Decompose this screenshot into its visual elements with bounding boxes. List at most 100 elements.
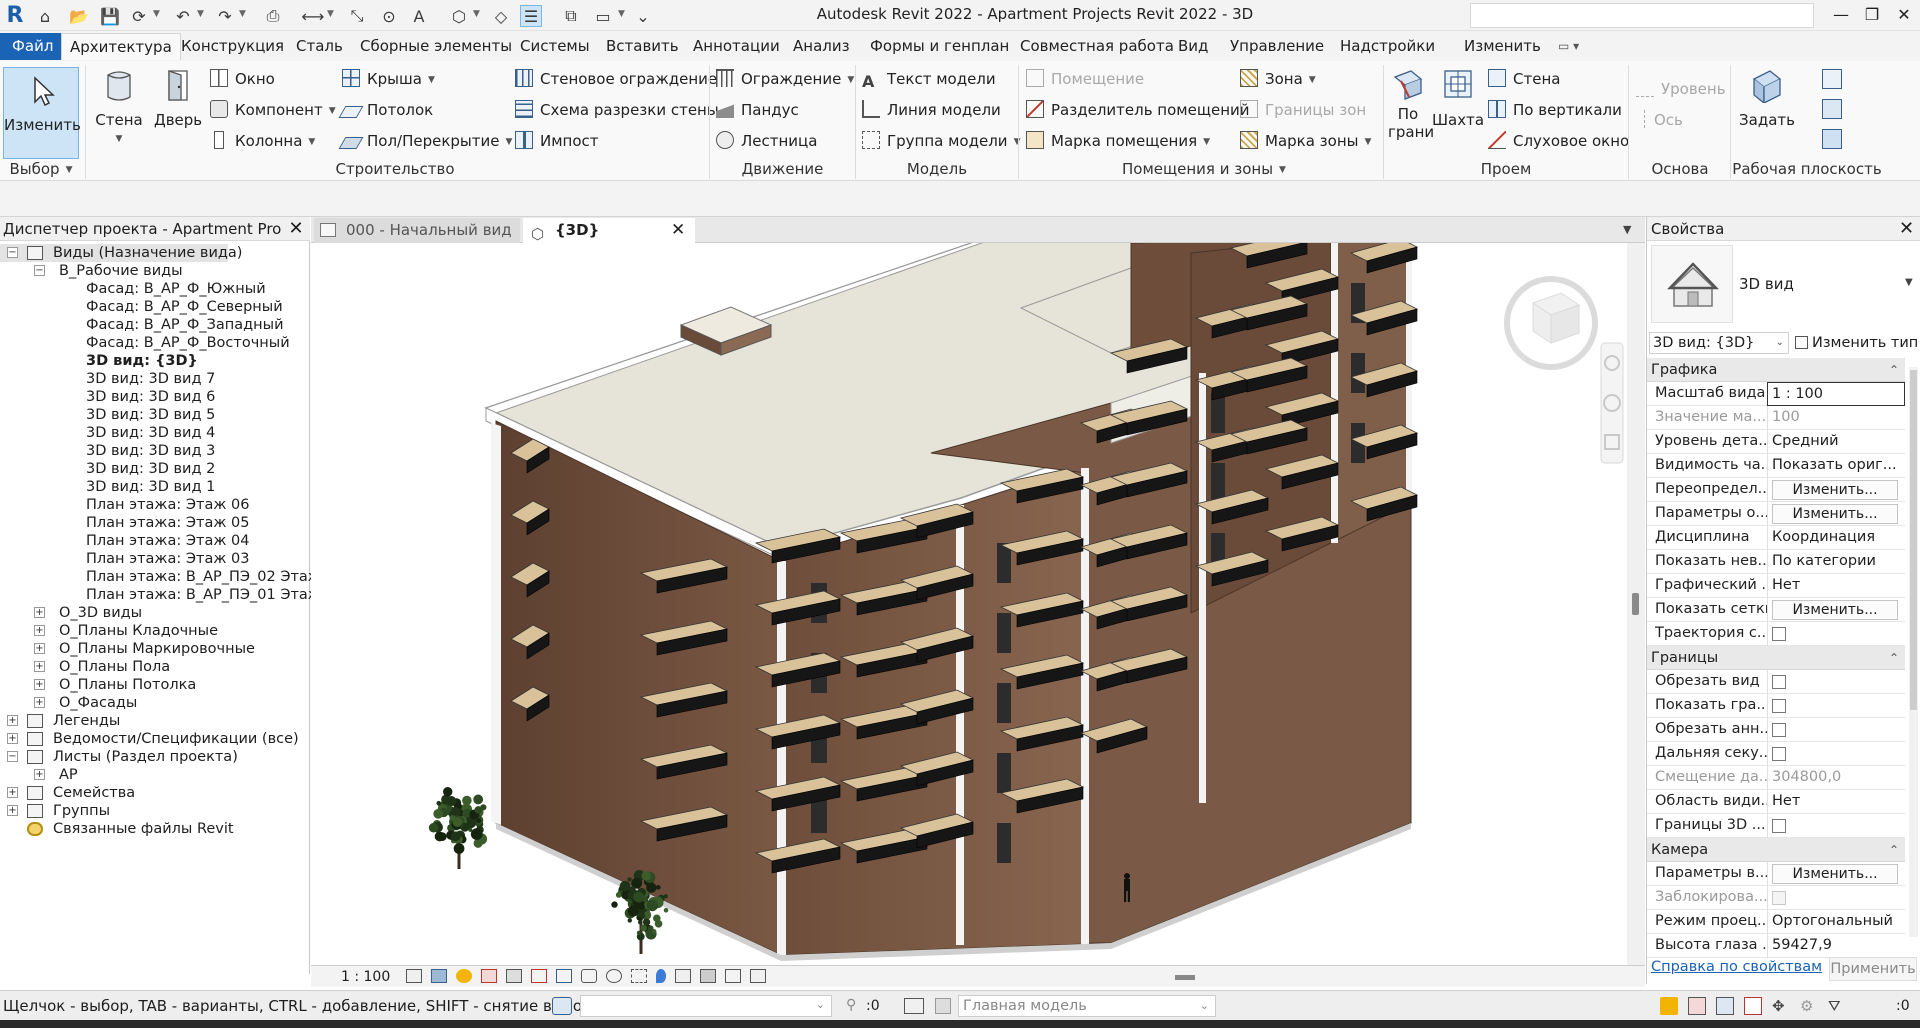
set-workplane-button[interactable]: Задать <box>1738 67 1796 129</box>
active-workset-dropdown[interactable]: ⌄ <box>580 995 832 1017</box>
show-crop-icon[interactable] <box>556 969 572 983</box>
tab-annotate[interactable]: Аннотации <box>685 33 788 60</box>
floor-button[interactable]: Пол/Перекрытие ▼ <box>342 129 512 153</box>
apply-button[interactable]: Применить <box>1829 957 1917 981</box>
checkbox[interactable] <box>1772 627 1786 641</box>
wall-opening-button[interactable]: Стена <box>1488 67 1560 91</box>
room-tag-button[interactable]: Марка помещения ▼ <box>1026 129 1210 153</box>
constraints-icon[interactable] <box>700 969 716 983</box>
viewport-scrollbar[interactable] <box>1627 243 1645 965</box>
room-button[interactable]: Помещение <box>1026 67 1144 91</box>
property-section-header[interactable]: Границы ⌃ <box>1647 646 1905 670</box>
edit-button[interactable]: Изменить... <box>1772 600 1898 620</box>
edit-button[interactable]: Изменить... <box>1772 480 1898 500</box>
text-icon[interactable]: A <box>408 5 430 27</box>
ceiling-button[interactable]: Потолок <box>342 98 433 122</box>
open-icon[interactable]: 📂 <box>68 5 90 27</box>
tab-insert[interactable]: Вставить <box>598 33 687 60</box>
select-by-face-icon[interactable] <box>1744 997 1762 1015</box>
expand-icon[interactable]: + <box>7 715 18 726</box>
design-options-icon[interactable] <box>904 998 924 1014</box>
print-icon[interactable]: ⎙ <box>262 5 284 27</box>
model-text-button[interactable]: A Текст модели <box>862 67 996 91</box>
dimension-icon[interactable]: ⤡ <box>346 5 368 27</box>
expand-icon[interactable]: + <box>34 625 45 636</box>
collapse-icon[interactable]: ⌃ <box>1889 358 1899 382</box>
sync-icon[interactable]: ⟳ <box>128 5 150 27</box>
select-underlay-icon[interactable] <box>1688 997 1706 1015</box>
property-value[interactable] <box>1767 622 1905 646</box>
worksets-icon[interactable] <box>552 997 572 1015</box>
type-name[interactable]: 3D вид <box>1739 275 1794 293</box>
select-group-label[interactable]: Выбор ▼ <box>4 158 78 180</box>
customize-toolbar-icon[interactable]: ⌄ <box>632 5 654 27</box>
tag-icon[interactable]: ⊙ <box>378 5 400 27</box>
model-line-button[interactable]: Линия модели <box>862 98 1001 122</box>
thin-lines-icon[interactable]: ☰ <box>520 5 542 27</box>
checkbox[interactable] <box>1772 723 1786 737</box>
edit-button[interactable]: Изменить... <box>1772 864 1898 884</box>
viewer-icon[interactable] <box>1822 129 1842 149</box>
tab-manage[interactable]: Управление <box>1222 33 1332 60</box>
select-links-icon[interactable] <box>1660 997 1678 1015</box>
close-hidden-icon[interactable]: ⧉ <box>560 5 582 27</box>
3d-viewport[interactable] <box>311 243 1627 965</box>
stair-button[interactable]: Лестница <box>716 129 817 153</box>
property-value[interactable]: Ортогональный <box>1767 910 1905 934</box>
revit-logo-icon[interactable]: R <box>4 4 26 28</box>
window-button[interactable]: Окно <box>210 67 275 91</box>
property-value[interactable]: Изменить... <box>1767 598 1905 622</box>
chevron-down-icon[interactable]: ▼ <box>327 9 334 19</box>
temp-hide-icon[interactable] <box>606 969 622 983</box>
redo-icon[interactable]: ↷ <box>214 5 236 27</box>
tab-file[interactable]: Файл <box>0 33 65 60</box>
grid-button[interactable]: Ось <box>1636 108 1683 132</box>
roof-button[interactable]: Крыша ▼ <box>342 67 435 91</box>
door-button[interactable]: Дверь <box>154 67 202 129</box>
detail-level-icon[interactable] <box>406 969 422 983</box>
view-scale[interactable]: 1 : 100 <box>341 966 390 988</box>
checkbox[interactable] <box>1772 747 1786 761</box>
highlight-displacement-icon[interactable] <box>675 969 691 983</box>
property-value[interactable] <box>1767 814 1905 838</box>
property-value[interactable] <box>1767 670 1905 694</box>
measure-icon[interactable]: ⟷ <box>302 5 324 27</box>
column-button[interactable]: Колонна ▼ <box>210 129 315 153</box>
ribbon-minimize-icon[interactable]: ▭ ▾ <box>1550 33 1587 60</box>
tab-view[interactable]: Вид <box>1170 33 1216 60</box>
tab-steel[interactable]: Сталь <box>288 33 351 60</box>
railing-button[interactable]: Ограждение ▼ <box>716 67 854 91</box>
editing-requests-icon[interactable]: ⚲ <box>846 997 862 1015</box>
tab-massing[interactable]: Формы и генплан <box>862 33 1017 60</box>
tab-list-icon[interactable]: ▼ <box>1623 223 1631 236</box>
property-value[interactable] <box>1767 742 1905 766</box>
property-value[interactable]: Изменить... <box>1767 862 1905 886</box>
shadows-icon[interactable] <box>481 969 497 983</box>
by-face-button[interactable]: По грани <box>1388 67 1428 141</box>
home-icon[interactable]: ⌂ <box>34 5 56 27</box>
collapse-icon[interactable]: ⌃ <box>1889 838 1899 862</box>
property-value[interactable] <box>1767 718 1905 742</box>
tab-addins[interactable]: Надстройки <box>1332 33 1443 60</box>
show-workplane-icon[interactable] <box>1822 69 1842 89</box>
collapse-icon[interactable]: − <box>34 265 45 276</box>
expand-icon[interactable]: + <box>7 787 18 798</box>
main-model-icon[interactable] <box>935 998 951 1014</box>
property-value[interactable]: Координация <box>1767 526 1905 550</box>
vertical-opening-button[interactable]: По вертикали <box>1488 98 1622 122</box>
area-boundary-button[interactable]: Границы зон <box>1240 98 1366 122</box>
properties-scrollbar[interactable] <box>1909 367 1918 937</box>
property-section-header[interactable]: Графика ⌃ <box>1647 358 1905 382</box>
tab-structure[interactable]: Конструкция <box>173 33 292 60</box>
expand-icon[interactable]: + <box>7 805 18 816</box>
design-option-dropdown[interactable]: Главная модель ⌄ <box>958 995 1216 1017</box>
search-input[interactable] <box>1470 3 1814 28</box>
property-value[interactable]: 59427,9 <box>1767 934 1905 958</box>
tab-start-view[interactable]: 000 - Начальный вид <box>314 218 520 243</box>
expand-icon[interactable]: + <box>34 661 45 672</box>
model-group-button[interactable]: Группа модели▼ <box>862 129 1020 153</box>
analysis-icon[interactable] <box>656 969 666 983</box>
expand-icon[interactable]: + <box>34 607 45 618</box>
scrollbar-thumb[interactable] <box>1632 593 1639 615</box>
tab-modify[interactable]: Изменить <box>1456 33 1549 60</box>
